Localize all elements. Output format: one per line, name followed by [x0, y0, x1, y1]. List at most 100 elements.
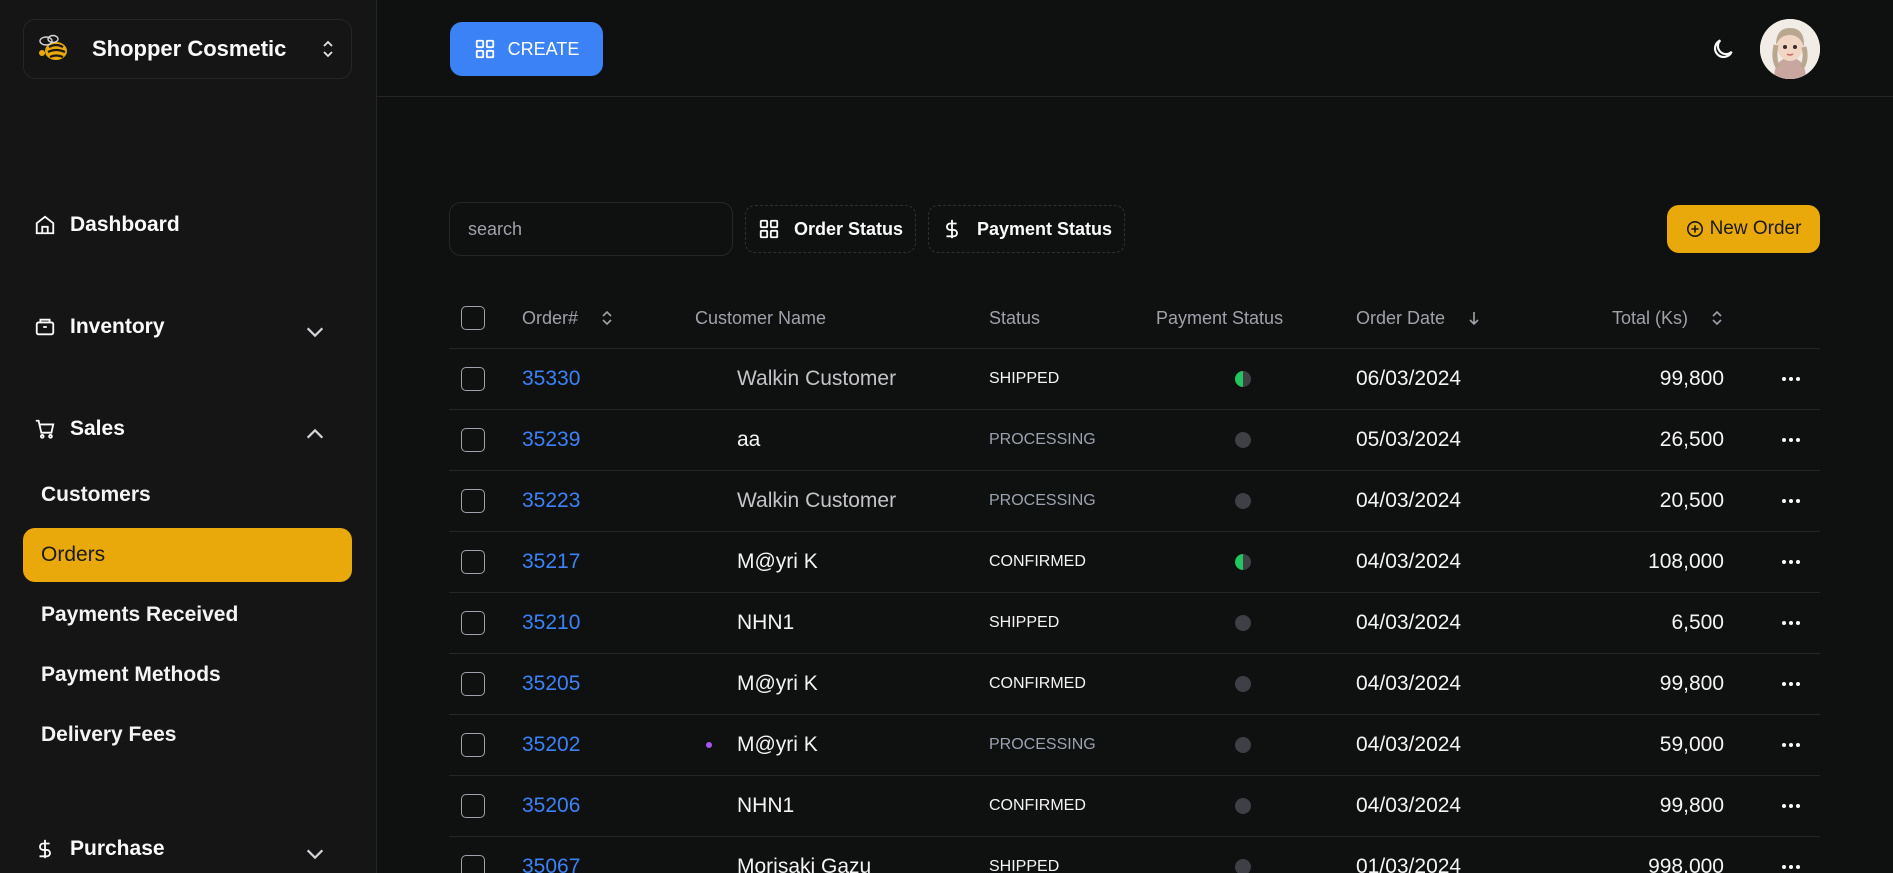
- payment-status-cell: [1235, 349, 1251, 409]
- sidebar-item-payment-methods[interactable]: Payment Methods: [23, 648, 352, 702]
- order-total: 59,000: [1659, 733, 1724, 756]
- nav-purchase-label: Purchase: [70, 837, 165, 860]
- order-date-cell: 04/03/2024: [1356, 532, 1461, 592]
- sidebar-item-customers[interactable]: Customers: [23, 468, 352, 522]
- nav-inventory[interactable]: Inventory: [34, 315, 340, 339]
- unread-dot: [706, 742, 712, 748]
- order-date-cell: 04/03/2024: [1356, 593, 1461, 653]
- arrow-down-icon: [1469, 312, 1479, 326]
- table-row[interactable]: 35202 M@yri K PROCESSING 04/03/2024 59,000: [449, 715, 1820, 776]
- select-all-checkbox[interactable]: [461, 306, 485, 330]
- more-horizontal-icon[interactable]: [1781, 376, 1801, 382]
- status-cell: SHIPPED: [989, 593, 1059, 653]
- table-row[interactable]: 35217 M@yri K CONFIRMED 04/03/2024 108,000: [449, 532, 1820, 593]
- order-number-cell: 35239: [522, 410, 580, 470]
- more-horizontal-icon[interactable]: [1781, 803, 1801, 809]
- row-checkbox[interactable]: [461, 489, 485, 513]
- column-header-total[interactable]: Total (Ks): [1612, 288, 1724, 348]
- row-checkbox[interactable]: [461, 855, 485, 873]
- order-total: 20,500: [1659, 489, 1724, 512]
- order-number-cell: 35067: [522, 837, 580, 873]
- sort-icon: [602, 310, 612, 326]
- more-horizontal-icon[interactable]: [1781, 742, 1801, 748]
- table-row[interactable]: 35239 aa PROCESSING 05/03/2024 26,500: [449, 410, 1820, 471]
- table-row[interactable]: 35210 NHN1 SHIPPED 04/03/2024 6,500: [449, 593, 1820, 654]
- order-number-link[interactable]: 35205: [522, 672, 580, 696]
- table-row[interactable]: 35223 Walkin Customer PROCESSING 04/03/2024…: [449, 471, 1820, 532]
- row-select-cell: [461, 715, 485, 775]
- order-number-link[interactable]: 35206: [522, 794, 580, 818]
- status-badge: PROCESSING: [989, 431, 1096, 448]
- row-checkbox[interactable]: [461, 428, 485, 452]
- chevron-up-icon: [306, 428, 324, 439]
- order-number-link[interactable]: 35223: [522, 489, 580, 513]
- dollar-icon: [39, 839, 51, 859]
- store-switcher[interactable]: Shopper Cosmetic: [23, 19, 352, 79]
- sort-icon: [1712, 310, 1722, 326]
- customer-cell: Walkin Customer: [737, 471, 896, 531]
- customer-name: M@yri K: [737, 672, 818, 695]
- nav-sales-label: Sales: [70, 417, 125, 440]
- row-checkbox[interactable]: [461, 367, 485, 391]
- customer-cell: NHN1: [737, 776, 794, 836]
- more-horizontal-icon[interactable]: [1781, 681, 1801, 687]
- search-input[interactable]: [449, 202, 733, 256]
- customer-name: Walkin Customer: [737, 367, 897, 390]
- row-checkbox[interactable]: [461, 794, 485, 818]
- more-horizontal-icon[interactable]: [1781, 498, 1801, 504]
- order-number-cell: 35330: [522, 349, 580, 409]
- row-checkbox[interactable]: [461, 611, 485, 635]
- column-header-order-date[interactable]: Order Date: [1356, 288, 1481, 348]
- row-select-cell: [461, 837, 485, 873]
- order-number-link[interactable]: 35239: [522, 428, 580, 452]
- row-checkbox[interactable]: [461, 733, 485, 757]
- column-header-label: Order Date: [1356, 307, 1446, 328]
- order-date: 06/03/2024: [1356, 367, 1462, 390]
- status-cell: SHIPPED: [989, 837, 1059, 873]
- row-actions-cell: [1781, 715, 1801, 775]
- customer-name: aa: [737, 428, 761, 451]
- more-horizontal-icon[interactable]: [1781, 559, 1801, 565]
- table-row[interactable]: 35330 Walkin Customer SHIPPED 06/03/2024 99,…: [449, 349, 1820, 410]
- create-button[interactable]: CREATE: [450, 22, 603, 76]
- column-header-label: Status: [989, 307, 1041, 328]
- status-cell: CONFIRMED: [989, 776, 1086, 836]
- row-select-cell: [461, 410, 485, 470]
- more-horizontal-icon[interactable]: [1781, 437, 1801, 443]
- order-number-link[interactable]: 35067: [522, 855, 580, 873]
- more-horizontal-icon[interactable]: [1781, 620, 1801, 626]
- sidebar-item-orders[interactable]: Orders: [23, 528, 352, 582]
- total-cell: 998,000: [1549, 837, 1724, 873]
- status-badge: SHIPPED: [989, 614, 1060, 631]
- store-name: Shopper Cosmetic: [92, 36, 287, 61]
- nav-sales[interactable]: Sales: [34, 417, 340, 441]
- column-header-customer: Customer Name: [695, 288, 826, 348]
- nav-purchase[interactable]: Purchase: [34, 837, 340, 861]
- order-number-link[interactable]: 35330: [522, 367, 580, 391]
- order-status-filter-button[interactable]: Order Status: [745, 205, 917, 253]
- column-header-order[interactable]: Order#: [522, 288, 614, 348]
- total-cell: 99,800: [1549, 654, 1724, 714]
- nav-dashboard[interactable]: Dashboard: [34, 213, 180, 237]
- order-total: 99,800: [1659, 794, 1724, 817]
- payment-status-dot: [1235, 676, 1251, 692]
- payment-status-filter-button[interactable]: Payment Status: [928, 205, 1126, 253]
- payment-status-cell: [1235, 654, 1251, 714]
- sidebar-item-payments-received[interactable]: Payments Received: [23, 588, 352, 642]
- order-number-link[interactable]: 35202: [522, 733, 580, 757]
- order-date: 05/03/2024: [1356, 428, 1462, 451]
- more-horizontal-icon[interactable]: [1781, 864, 1801, 870]
- row-checkbox[interactable]: [461, 672, 485, 696]
- table-row[interactable]: 35067 Morisaki Gazu SHIPPED 01/03/2024 998,0…: [449, 837, 1820, 873]
- payment-status-cell: [1235, 593, 1251, 653]
- order-number-link[interactable]: 35210: [522, 611, 580, 635]
- order-number-link[interactable]: 35217: [522, 550, 580, 574]
- table-row[interactable]: 35205 M@yri K CONFIRMED 04/03/2024 99,800: [449, 654, 1820, 715]
- order-total: 26,500: [1659, 428, 1724, 451]
- table-row[interactable]: 35206 NHN1 CONFIRMED 04/03/2024 99,800: [449, 776, 1820, 837]
- avatar[interactable]: [1760, 19, 1820, 79]
- new-order-button[interactable]: New Order: [1667, 205, 1820, 253]
- row-checkbox[interactable]: [461, 550, 485, 574]
- moon-icon[interactable]: [1710, 36, 1736, 62]
- sidebar-item-delivery-fees[interactable]: Delivery Fees: [23, 708, 352, 762]
